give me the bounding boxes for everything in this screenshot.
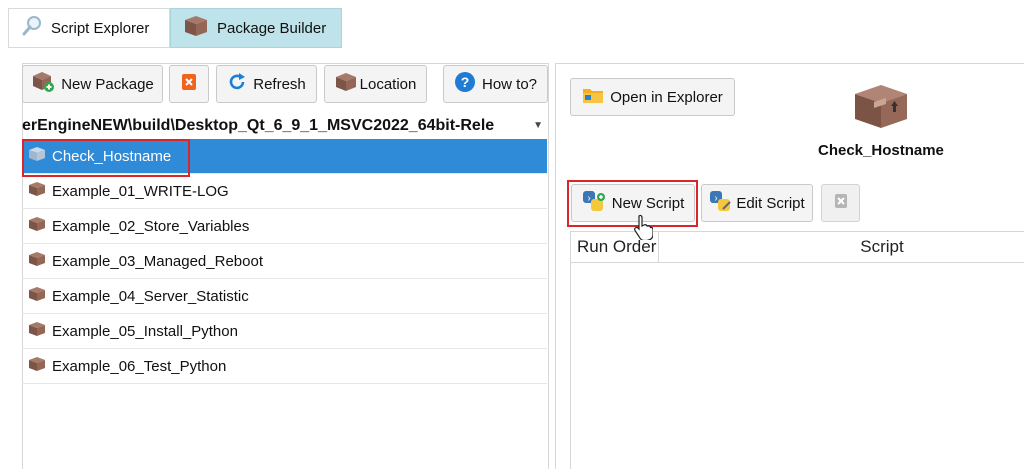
new-package-label: New Package bbox=[61, 75, 154, 93]
chevron-down-icon[interactable]: ▼ bbox=[533, 113, 543, 139]
tab-bar: Script Explorer Package Builder bbox=[8, 8, 342, 48]
list-item-label: Example_04_Server_Statistic bbox=[52, 287, 249, 305]
package-box-icon bbox=[28, 286, 46, 306]
python-edit-icon: › bbox=[709, 190, 733, 216]
build-path-dropdown[interactable]: erEngineNEW\build\Desktop_Qt_6_9_1_MSVC2… bbox=[22, 113, 549, 139]
new-script-label: New Script bbox=[611, 194, 685, 212]
delete-icon bbox=[834, 193, 848, 213]
list-item-label: Example_03_Managed_Reboot bbox=[52, 252, 263, 270]
list-item[interactable]: Check_Hostname bbox=[22, 139, 547, 174]
tab-package-builder[interactable]: Package Builder bbox=[170, 8, 342, 48]
refresh-label: Refresh bbox=[253, 75, 306, 93]
svg-text:›: › bbox=[715, 193, 718, 204]
python-script-icon: › bbox=[582, 190, 606, 216]
tab-script-explorer-label: Script Explorer bbox=[51, 19, 150, 37]
hand-cursor-icon bbox=[633, 214, 654, 244]
refresh-button[interactable]: Refresh bbox=[216, 65, 317, 103]
list-item[interactable]: Example_02_Store_Variables bbox=[22, 209, 547, 244]
folder-icon bbox=[582, 86, 604, 108]
delete-icon bbox=[181, 73, 197, 95]
new-package-button[interactable]: New Package bbox=[22, 65, 163, 103]
package-box-icon bbox=[28, 356, 46, 376]
package-box-icon bbox=[28, 321, 46, 341]
magnifier-icon bbox=[21, 15, 43, 41]
package-list: Check_Hostname Example_01_WRITE-LOG Exam… bbox=[22, 139, 547, 384]
list-item[interactable]: Example_05_Install_Python bbox=[22, 314, 547, 349]
list-item-label: Example_02_Store_Variables bbox=[52, 217, 250, 235]
open-in-explorer-button[interactable]: Open in Explorer bbox=[570, 78, 735, 116]
how-to-label: How to? bbox=[481, 75, 538, 93]
delete-script-button[interactable] bbox=[821, 184, 860, 222]
list-item[interactable]: Example_06_Test_Python bbox=[22, 349, 547, 384]
open-in-explorer-label: Open in Explorer bbox=[610, 88, 723, 106]
tab-package-builder-label: Package Builder bbox=[217, 19, 327, 37]
list-item-label: Example_06_Test_Python bbox=[52, 357, 227, 375]
column-header-script[interactable]: Script bbox=[659, 232, 1024, 262]
list-item[interactable]: Example_04_Server_Statistic bbox=[22, 279, 547, 314]
list-item-label: Example_01_WRITE-LOG bbox=[52, 182, 229, 200]
package-box-icon bbox=[28, 181, 46, 201]
table-header-divider bbox=[571, 262, 1024, 263]
list-item[interactable]: Example_03_Managed_Reboot bbox=[22, 244, 547, 279]
script-table: Run Order Script bbox=[570, 231, 1024, 469]
list-item[interactable]: Example_01_WRITE-LOG bbox=[22, 174, 547, 209]
edit-script-label: Edit Script bbox=[736, 194, 805, 212]
delete-package-button[interactable] bbox=[169, 65, 209, 103]
location-label: Location bbox=[359, 75, 417, 93]
help-icon: ? bbox=[454, 71, 476, 97]
list-item-label: Check_Hostname bbox=[52, 147, 172, 165]
location-button[interactable]: Location bbox=[324, 65, 427, 103]
refresh-icon bbox=[227, 72, 247, 96]
how-to-button[interactable]: ? How to? bbox=[443, 65, 548, 103]
package-large-icon bbox=[852, 82, 910, 134]
package-box-icon bbox=[28, 146, 46, 166]
package-title: Check_Hostname bbox=[818, 142, 944, 159]
edit-script-button[interactable]: › Edit Script bbox=[701, 184, 813, 222]
list-item-label: Example_05_Install_Python bbox=[52, 322, 238, 340]
package-add-icon bbox=[31, 71, 55, 97]
svg-text:?: ? bbox=[461, 74, 470, 90]
package-box-icon bbox=[183, 15, 209, 41]
svg-text:›: › bbox=[587, 193, 590, 204]
package-box-icon bbox=[28, 216, 46, 236]
package-box-icon bbox=[28, 251, 46, 271]
build-path-text: erEngineNEW\build\Desktop_Qt_6_9_1_MSVC2… bbox=[22, 117, 495, 134]
package-box-icon bbox=[335, 72, 357, 96]
tab-script-explorer[interactable]: Script Explorer bbox=[8, 8, 170, 48]
